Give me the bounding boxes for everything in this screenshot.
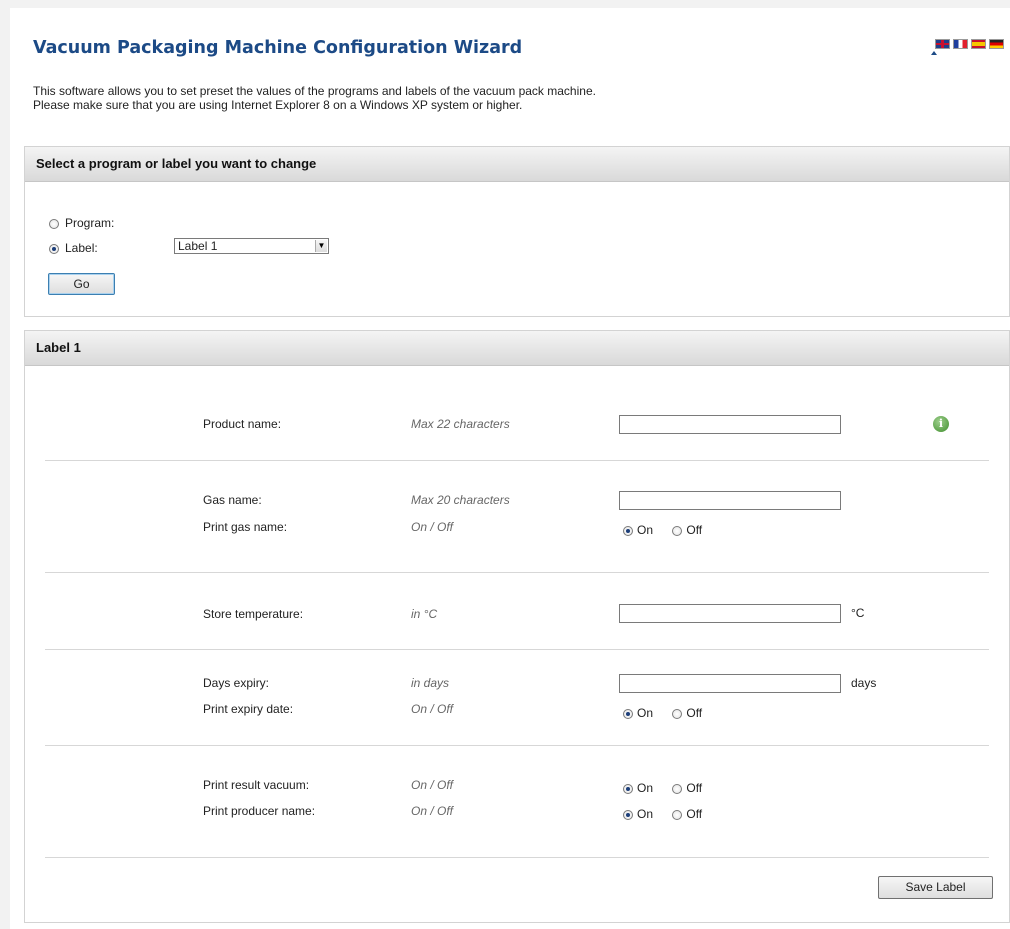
print-expiry-date-on-radio[interactable] <box>623 708 633 719</box>
divider <box>45 857 989 858</box>
go-button[interactable]: Go <box>48 273 115 295</box>
product-name-input[interactable] <box>619 415 841 434</box>
off-label: Off <box>686 523 703 537</box>
print-gas-name-label: Print gas name: <box>203 520 288 534</box>
label-option[interactable]: Label: Label 1 ▼ <box>49 238 349 255</box>
divider <box>45 460 989 461</box>
print-producer-name-label: Print producer name: <box>203 804 316 818</box>
print-producer-name-hint: On / Off <box>411 804 454 818</box>
print-result-vacuum-on-radio[interactable] <box>623 783 633 794</box>
print-producer-name-off-radio[interactable] <box>672 809 683 820</box>
page: Vacuum Packaging Machine Configuration W… <box>10 8 1010 929</box>
page-title: Vacuum Packaging Machine Configuration W… <box>33 38 523 58</box>
store-temperature-unit: °C <box>851 606 865 620</box>
print-result-vacuum-toggle[interactable]: On Off <box>623 781 702 795</box>
program-radio[interactable] <box>49 218 59 229</box>
divider <box>45 745 989 746</box>
label-panel: Label 1 Product name: Max 22 characters … <box>24 330 1010 923</box>
off-label: Off <box>686 706 703 720</box>
print-gas-name-toggle[interactable]: On Off <box>623 523 702 537</box>
print-result-vacuum-off-radio[interactable] <box>672 783 683 794</box>
print-producer-name-toggle[interactable]: On Off <box>623 807 702 821</box>
product-name-label: Product name: <box>203 417 282 431</box>
gas-name-input[interactable] <box>619 491 841 510</box>
off-label: Off <box>686 807 703 821</box>
print-expiry-date-label: Print expiry date: <box>203 702 294 716</box>
days-expiry-hint: in days <box>411 676 450 690</box>
program-option[interactable]: Program: <box>49 216 114 230</box>
on-label: On <box>637 706 654 720</box>
print-producer-name-on-radio[interactable] <box>623 809 633 820</box>
selection-panel-heading: Select a program or label you want to ch… <box>25 147 1009 182</box>
print-gas-name-off-radio[interactable] <box>672 525 683 536</box>
intro-line-2: Please make sure that you are using Inte… <box>33 98 523 112</box>
store-temperature-hint: in °C <box>411 607 438 621</box>
product-name-hint: Max 22 characters <box>411 417 510 431</box>
save-label-button[interactable]: Save Label <box>878 876 993 899</box>
print-result-vacuum-hint: On / Off <box>411 778 454 792</box>
store-temperature-input[interactable] <box>619 604 841 623</box>
info-icon[interactable]: i <box>933 416 949 432</box>
store-temperature-label: Store temperature: <box>203 607 304 621</box>
days-expiry-input[interactable] <box>619 674 841 693</box>
print-expiry-date-hint: On / Off <box>411 702 454 716</box>
gas-name-label: Gas name: <box>203 493 262 507</box>
print-expiry-date-off-radio[interactable] <box>672 708 683 719</box>
language-flags <box>935 39 1004 49</box>
on-label: On <box>637 523 654 537</box>
intro-text: This software allows you to set preset t… <box>33 84 596 112</box>
print-expiry-date-toggle[interactable]: On Off <box>623 706 702 720</box>
intro-line-1: This software allows you to set preset t… <box>33 84 596 98</box>
flag-de-icon[interactable] <box>989 39 1004 49</box>
on-label: On <box>637 781 654 795</box>
print-result-vacuum-label: Print result vacuum: <box>203 778 310 792</box>
divider <box>45 649 989 650</box>
label-select[interactable]: Label 1 ▼ <box>174 238 329 254</box>
gas-name-hint: Max 20 characters <box>411 493 510 507</box>
flag-es-icon[interactable] <box>971 39 986 49</box>
print-gas-name-hint: On / Off <box>411 520 454 534</box>
program-option-label: Program: <box>65 216 115 230</box>
days-expiry-label: Days expiry: <box>203 676 270 690</box>
label-option-label: Label: <box>65 241 98 255</box>
label-panel-heading: Label 1 <box>25 331 1009 366</box>
label-radio[interactable] <box>49 243 59 254</box>
flag-fr-icon[interactable] <box>953 39 968 49</box>
off-label: Off <box>686 781 703 795</box>
flag-uk-icon[interactable] <box>935 39 950 49</box>
label-select-value: Label 1 <box>178 239 218 253</box>
on-label: On <box>637 807 654 821</box>
selected-language-marker <box>931 51 937 55</box>
divider <box>45 572 989 573</box>
days-expiry-unit: days <box>851 676 877 690</box>
chevron-down-icon[interactable]: ▼ <box>315 240 327 252</box>
print-gas-name-on-radio[interactable] <box>623 525 633 536</box>
selection-panel: Select a program or label you want to ch… <box>24 146 1010 317</box>
